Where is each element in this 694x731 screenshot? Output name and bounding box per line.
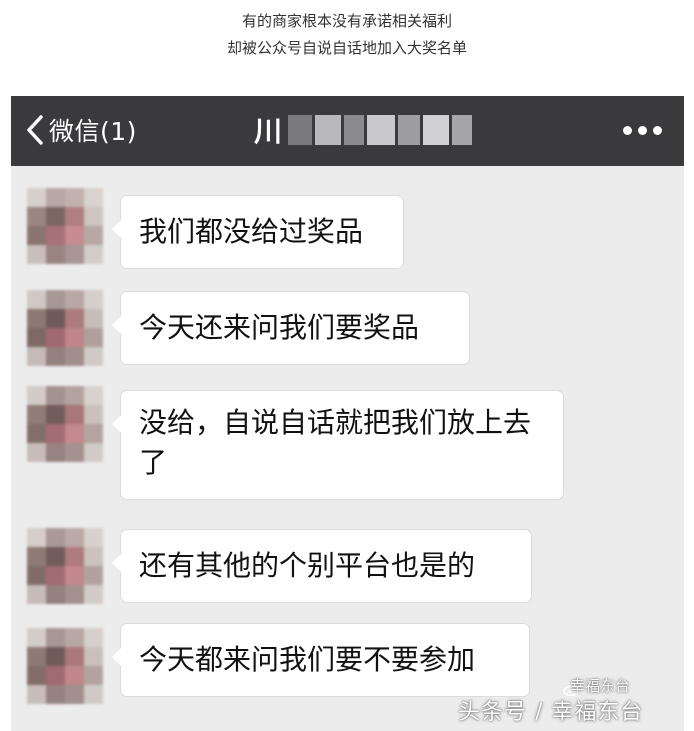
message-bubble: 今天还来问我们要奖品	[112, 292, 469, 364]
chat-title: 川	[254, 110, 475, 150]
title-pixelation	[288, 115, 475, 145]
message-bubble: 今天都来问我们要不要参加	[112, 624, 529, 696]
more-dots-icon[interactable]	[623, 120, 662, 140]
avatar	[27, 628, 103, 704]
avatar	[27, 188, 103, 264]
caption-line-1: 有的商家根本没有承诺相关福利	[241, 12, 452, 30]
back-button[interactable]: 微信(1)	[25, 112, 137, 148]
watermark: 幸福东台 头条号 / 幸福东台	[458, 677, 643, 725]
message-bubble: 还有其他的个别平台也是的	[112, 530, 531, 602]
back-label: 微信(1)	[49, 117, 137, 146]
chevron-left-icon	[25, 114, 45, 146]
avatar	[27, 290, 103, 366]
nav-bar: 微信(1) 川	[11, 96, 684, 166]
message-bubble: 没给，自说自话就把我们放上去了	[112, 391, 563, 499]
watermark-logo-text: 幸福东台	[570, 677, 631, 695]
avatar	[27, 386, 103, 462]
message-bubble: 我们都没给过奖品	[112, 196, 403, 268]
chat-screenshot: 微信(1) 川 我们都没给过奖品 今天还来问我们要奖品 没给，自说自话就把我们放…	[11, 96, 684, 731]
chat-title-text: 川	[254, 115, 283, 148]
avatar	[27, 528, 103, 604]
caption-line-2: 却被公众号自说自话地加入大奖名单	[226, 39, 467, 57]
